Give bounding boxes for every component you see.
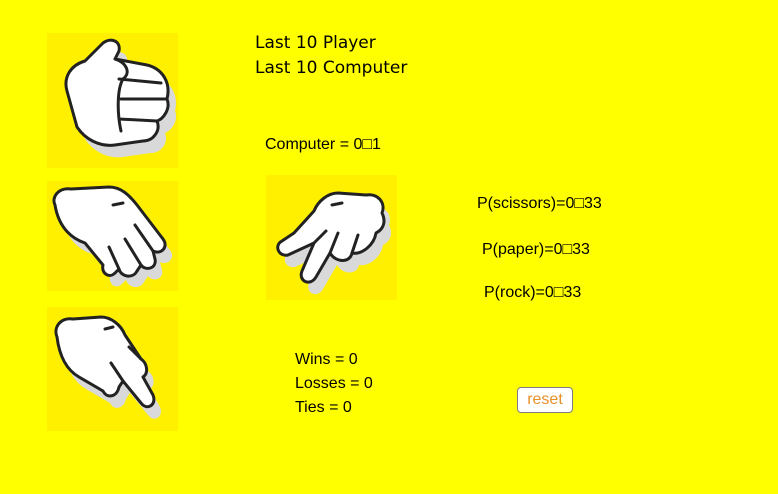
losses-count: Losses = 0 [295, 375, 373, 392]
probability-scissors: P(scissors)=0□33 [477, 195, 602, 212]
rock-hand-icon [64, 38, 177, 158]
scissors-button[interactable] [47, 307, 178, 431]
rock-button[interactable] [47, 33, 178, 168]
last-10-player-label: Last 10 Player [255, 33, 376, 53]
computer-choice-label: Computer = 0□1 [265, 136, 381, 153]
computer-scissors-hand-icon [276, 191, 391, 295]
wins-count: Wins = 0 [295, 351, 358, 368]
ties-count: Ties = 0 [295, 399, 352, 416]
scissors-hand-icon [54, 315, 161, 419]
computer-choice-display [266, 175, 397, 300]
probability-rock: P(rock)=0□33 [484, 284, 582, 301]
probability-paper: P(paper)=0□33 [482, 241, 590, 258]
paper-button[interactable] [47, 181, 178, 291]
reset-button[interactable]: reset [517, 387, 573, 413]
paper-hand-icon [52, 185, 173, 288]
last-10-computer-label: Last 10 Computer [255, 58, 408, 78]
